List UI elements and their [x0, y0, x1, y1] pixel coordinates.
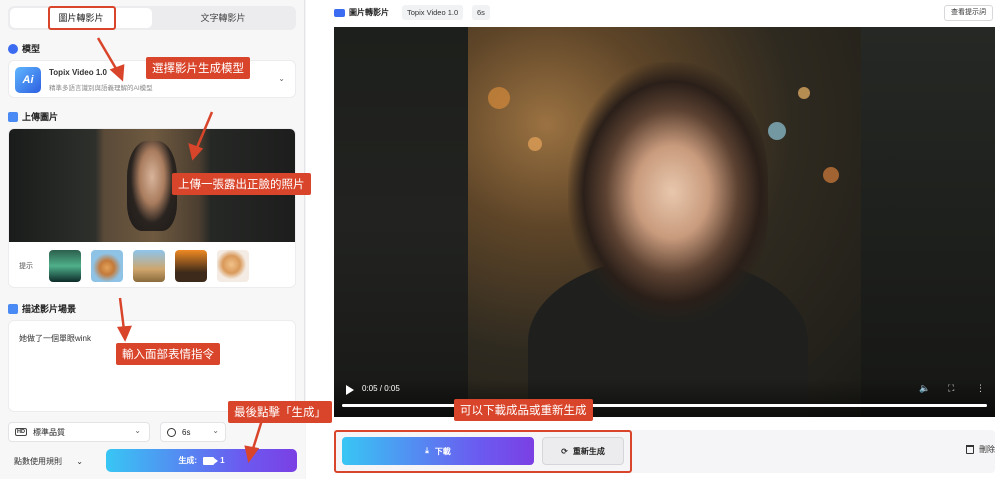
- desc-section-title: 描述影片場景: [8, 302, 76, 315]
- video-frame: [468, 27, 861, 417]
- desc-section-label: 描述影片場景: [22, 304, 77, 314]
- video-icon: [334, 8, 345, 17]
- callout-prompt: 輸入面部表情指令: [116, 343, 220, 365]
- edit-icon: [8, 303, 18, 314]
- bokeh: [488, 87, 510, 109]
- model-icon: [8, 43, 18, 54]
- video-player[interactable]: 0:05 / 0:05 🔈 ⛶ ⋮: [334, 27, 995, 417]
- video-controls: 0:05 / 0:05 🔈 ⛶ ⋮: [334, 379, 995, 417]
- bokeh: [798, 87, 810, 99]
- clock-icon: [167, 427, 176, 437]
- video-progress[interactable]: [342, 404, 987, 407]
- callout-generate: 最後點擊「生成」: [228, 401, 332, 423]
- delete-button[interactable]: 刪除: [966, 444, 995, 455]
- upload-area[interactable]: 提示: [8, 128, 296, 288]
- hint-row: 提示: [9, 242, 295, 287]
- generate-button[interactable]: 生成: 1: [106, 449, 297, 472]
- hint-label: 提示: [19, 262, 33, 270]
- upload-section-title: 上傳圖片: [8, 110, 58, 123]
- hint-thumb-cartoon-dog[interactable]: [91, 249, 123, 282]
- generate-count: 1: [220, 456, 225, 465]
- tab-text-to-video[interactable]: 文字轉影片: [152, 8, 294, 28]
- generate-label: 生成:: [178, 456, 198, 465]
- chevron-down-icon: ⌄: [212, 426, 219, 435]
- callout-download: 可以下載成品或重新生成: [454, 399, 593, 421]
- credit-rules-label: 點數使用規則: [14, 457, 62, 466]
- callout-upload: 上傳一張露出正臉的照片: [172, 173, 311, 195]
- more-icon[interactable]: ⋮: [976, 383, 985, 394]
- model-section-label: 模型: [22, 44, 41, 54]
- prompt-text: 她做了一個單眼wink: [19, 334, 92, 343]
- callout-model: 選擇影片生成模型: [146, 57, 250, 79]
- quality-label: 標準品質: [32, 427, 65, 437]
- view-prompt-button[interactable]: 查看提示詞: [944, 5, 993, 21]
- quality-select[interactable]: HD 標準品質 ⌄: [8, 422, 150, 442]
- hd-icon: HD: [15, 428, 27, 436]
- model-section-title: 模型: [8, 42, 40, 55]
- video-camera-icon: [203, 456, 219, 465]
- image-icon: [8, 111, 18, 122]
- model-logo-icon: Ai: [15, 67, 41, 93]
- photo-face: [127, 141, 177, 231]
- right-panel: 圖片轉影片 Topix Video 1.0 6s 查看提示詞 0:05 / 0:…: [306, 0, 1000, 479]
- trash-icon: [966, 445, 974, 454]
- fullscreen-icon[interactable]: ⛶: [948, 383, 954, 394]
- result-header: 圖片轉影片: [334, 7, 389, 18]
- result-title: 圖片轉影片: [349, 8, 389, 17]
- model-chip: Topix Video 1.0: [402, 5, 464, 20]
- duration-select[interactable]: 6s ⌄: [160, 422, 226, 442]
- chevron-down-icon: ⌄: [134, 426, 141, 435]
- volume-icon[interactable]: 🔈: [919, 383, 930, 394]
- hint-thumb-desert[interactable]: [133, 249, 165, 282]
- video-blur-left: [334, 27, 468, 417]
- bokeh: [823, 167, 839, 183]
- video-blur-right: [861, 27, 995, 417]
- highlight-box-tab: [48, 6, 116, 30]
- duration-label: 6s: [182, 427, 191, 437]
- chevron-down-icon: ⌄: [76, 457, 83, 466]
- highlight-box-actions: [334, 430, 632, 473]
- credit-rules-dropdown[interactable]: 點數使用規則 ⌄: [14, 456, 83, 467]
- video-time: 0:05 / 0:05: [362, 384, 400, 393]
- hint-thumb-cat[interactable]: [217, 249, 249, 282]
- delete-label: 刪除: [979, 445, 995, 454]
- play-icon[interactable]: [346, 385, 354, 395]
- hint-thumb-aurora[interactable]: [49, 249, 81, 282]
- model-name: Topix Video 1.0: [49, 68, 107, 77]
- model-desc: 精準多語言識別與語義理解的AI模型: [49, 85, 153, 92]
- chevron-down-icon: ⌄: [278, 74, 285, 83]
- hint-thumb-sunset[interactable]: [175, 249, 207, 282]
- bokeh: [528, 137, 542, 151]
- person-face: [568, 62, 768, 322]
- bokeh: [768, 122, 786, 140]
- video-progress-fill: [342, 404, 987, 407]
- duration-chip: 6s: [472, 5, 490, 20]
- prompt-textarea[interactable]: 她做了一個單眼wink: [8, 320, 296, 412]
- upload-section-label: 上傳圖片: [22, 112, 59, 122]
